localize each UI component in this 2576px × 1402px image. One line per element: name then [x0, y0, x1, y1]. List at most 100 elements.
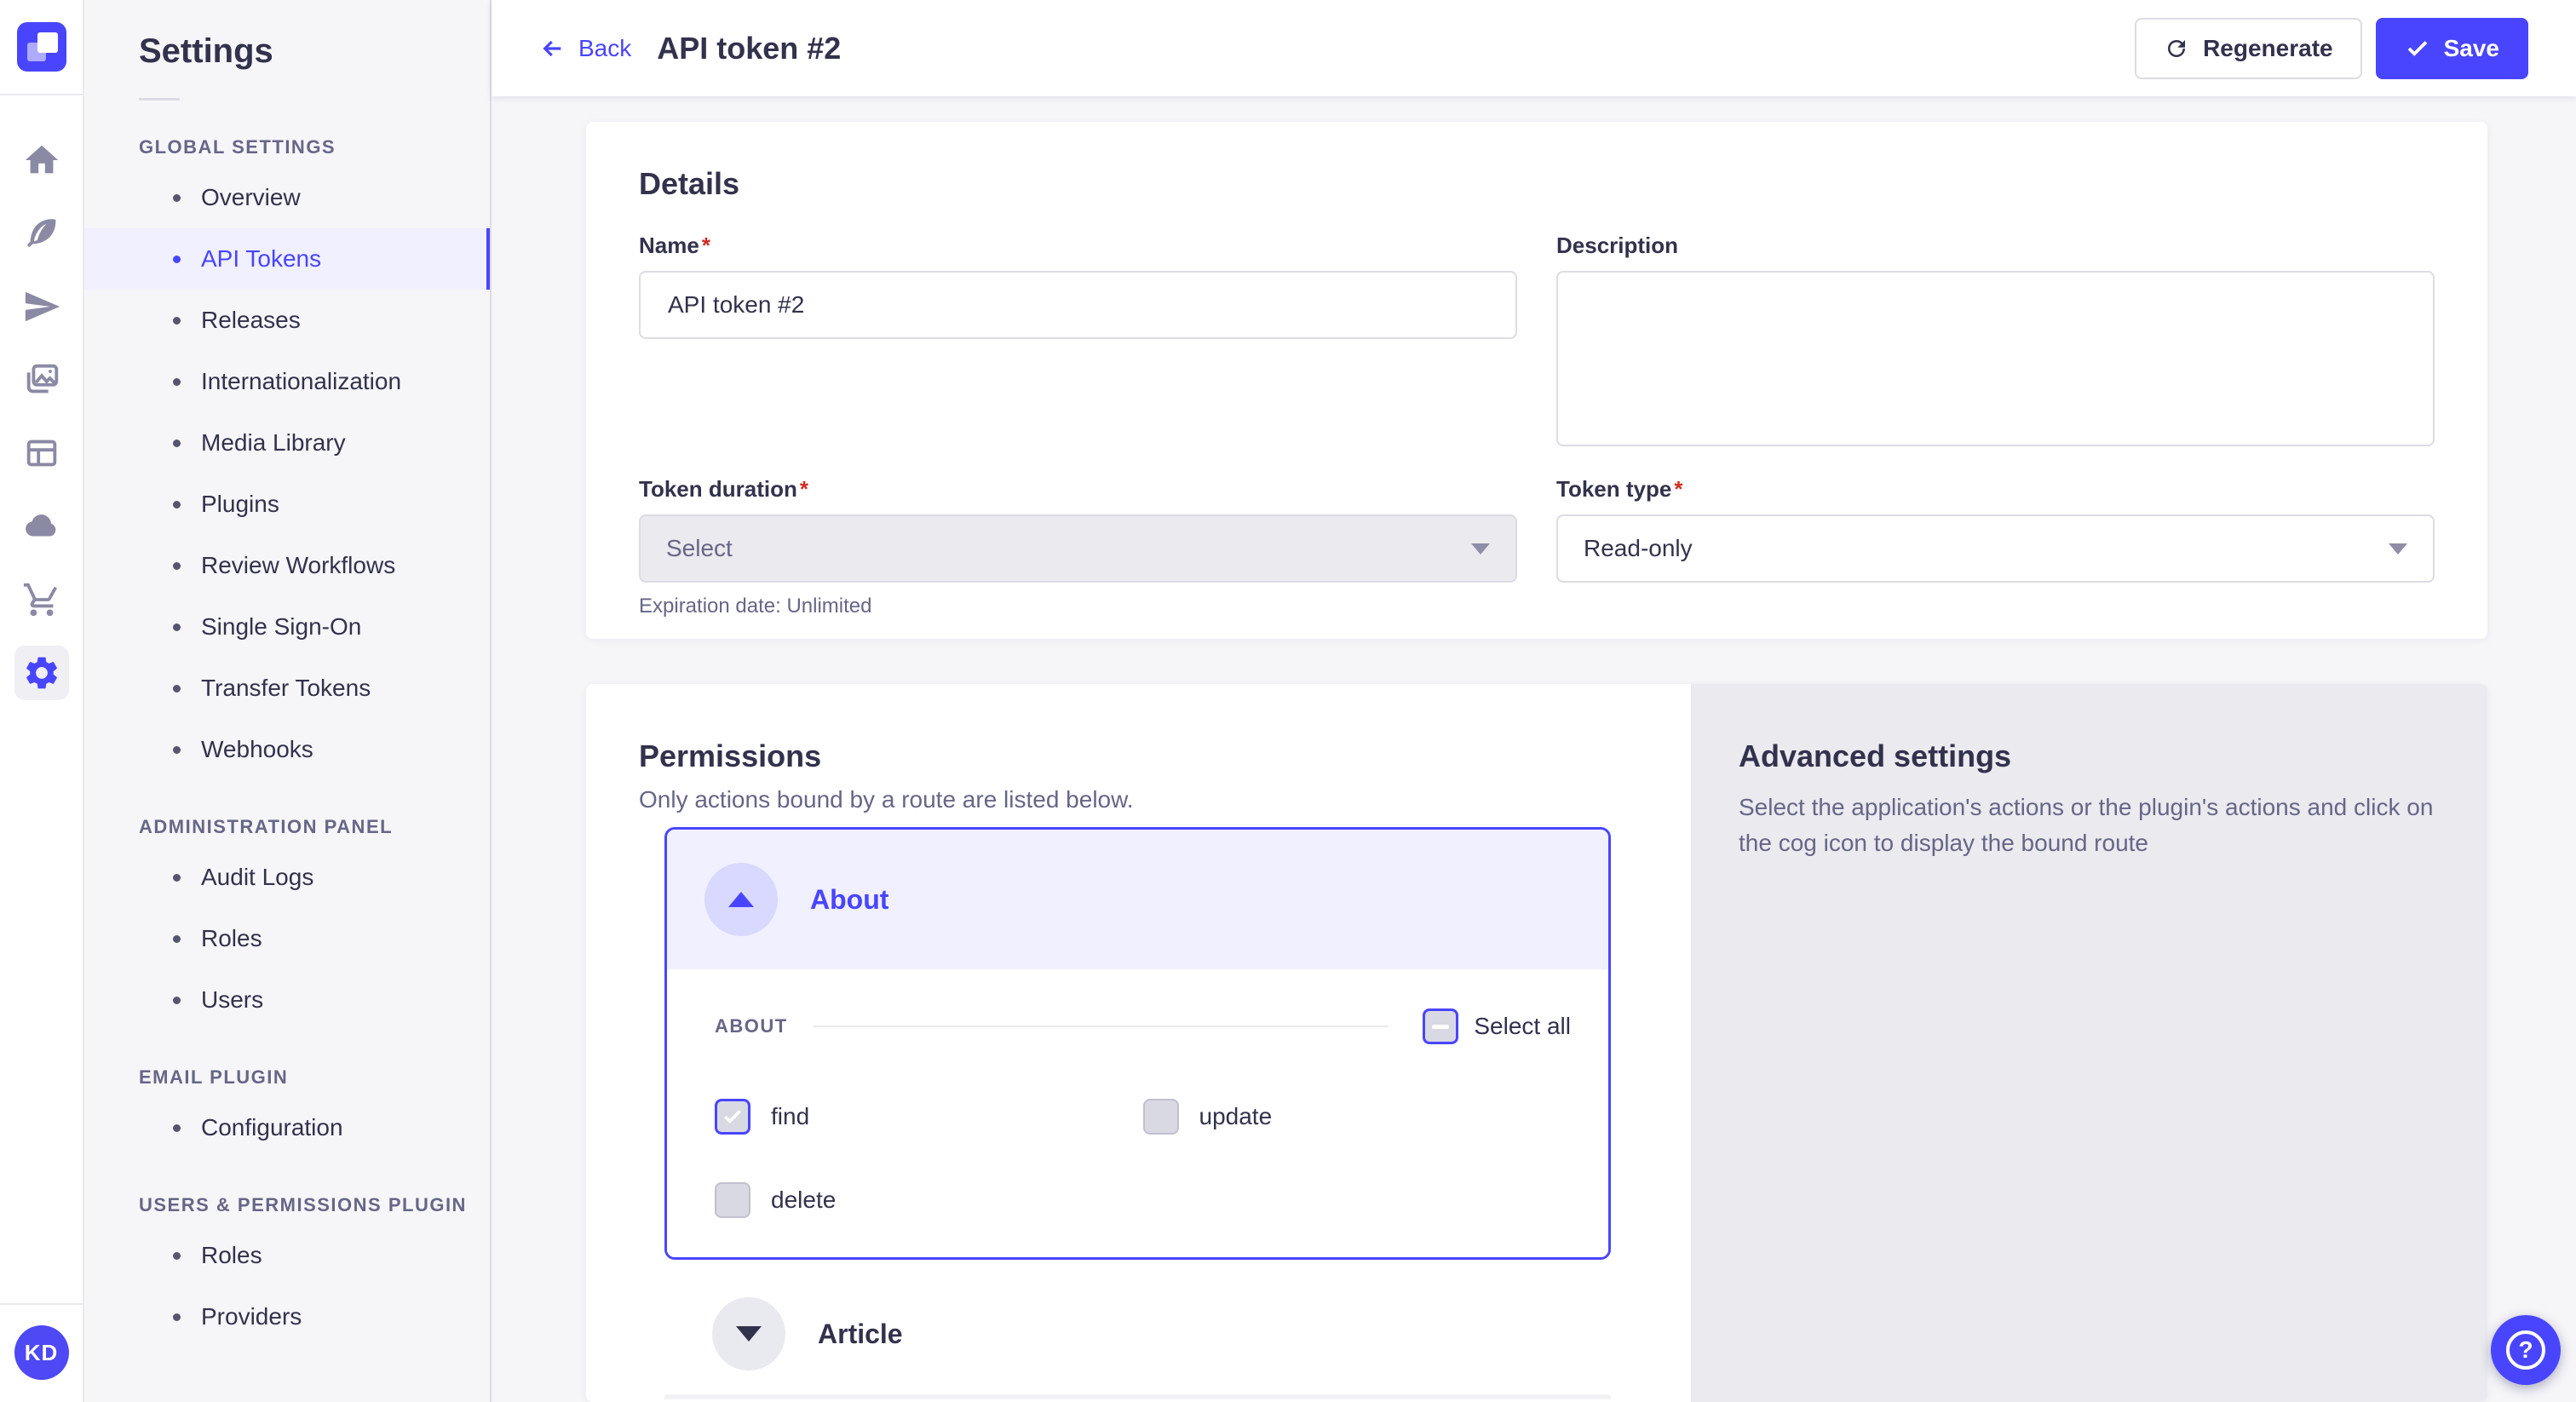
sidebar-item-internationalization[interactable]: Internationalization	[84, 351, 490, 412]
nav-section-label: USERS & PERMISSIONS PLUGIN	[139, 1194, 490, 1216]
sidebar-item-up-providers[interactable]: Providers	[84, 1286, 490, 1347]
content-manager-feather-icon[interactable]	[14, 206, 69, 261]
bullet-icon	[173, 997, 181, 1004]
sidebar-item-review-workflows[interactable]: Review Workflows	[84, 535, 490, 596]
media-library-icon[interactable]	[14, 353, 69, 407]
required-asterisk: *	[1674, 476, 1682, 502]
regenerate-button[interactable]: Regenerate	[2135, 18, 2362, 79]
name-field-group: Name*	[639, 233, 1517, 339]
sidebar-item-api-tokens[interactable]: API Tokens	[84, 228, 490, 290]
permissions-accordion-list: About ABOUT Select all	[664, 827, 1611, 1399]
sidebar-item-email-configuration[interactable]: Configuration	[84, 1097, 490, 1158]
nav-section-email-plugin: EMAIL PLUGIN Configuration	[84, 1066, 490, 1158]
indeterminate-dash-icon	[1432, 1025, 1449, 1029]
description-input[interactable]	[1556, 271, 2435, 446]
token-type-value: Read-only	[1584, 535, 1693, 562]
bullet-icon	[173, 501, 181, 509]
about-actions-grid: find update delete	[715, 1099, 1571, 1218]
permissions-subtitle: Only actions bound by a route are listed…	[639, 786, 1691, 813]
permissions-card: Permissions Only actions bound by a rout…	[586, 684, 2487, 1402]
action-update[interactable]: update	[1143, 1099, 1572, 1135]
bullet-icon	[173, 874, 181, 882]
accordion-article-header[interactable]: Article	[664, 1297, 1611, 1370]
release-send-icon[interactable]	[14, 279, 69, 334]
nav-section-administration-panel: ADMINISTRATION PANEL Audit Logs Roles Us…	[84, 816, 490, 1031]
advanced-settings-panel: Advanced settings Select the application…	[1691, 684, 2487, 1402]
user-avatar[interactable]: KD	[14, 1325, 69, 1380]
collapse-toggle[interactable]	[704, 863, 778, 936]
nav-section-global-settings: GLOBAL SETTINGS Overview API Tokens Rele…	[84, 136, 490, 780]
token-duration-field-group: Token duration* Select Expiration date: …	[639, 476, 1517, 618]
save-button[interactable]: Save	[2376, 18, 2528, 79]
bullet-icon	[173, 440, 181, 447]
nav-section-users-permissions-plugin: USERS & PERMISSIONS PLUGIN Roles Provide…	[84, 1194, 490, 1347]
section-rule	[814, 1026, 1389, 1027]
sidebar-item-admin-users[interactable]: Users	[84, 969, 490, 1031]
action-delete[interactable]: delete	[715, 1182, 1143, 1218]
help-button[interactable]: ?	[2491, 1315, 2561, 1385]
details-title: Details	[639, 166, 2435, 202]
select-all-control[interactable]: Select all	[1423, 1008, 1571, 1044]
sidebar-item-media-library[interactable]: Media Library	[84, 412, 490, 474]
nav-section-label: GLOBAL SETTINGS	[139, 136, 490, 158]
home-icon[interactable]	[14, 133, 69, 187]
page-header: Back API token #2 Regenerate Save	[492, 0, 2576, 96]
bullet-icon	[173, 1313, 181, 1321]
settings-sidebar: Settings GLOBAL SETTINGS Overview API To…	[84, 0, 492, 1402]
required-asterisk: *	[800, 476, 808, 502]
sidebar-item-overview[interactable]: Overview	[84, 167, 490, 228]
about-section-header: ABOUT Select all	[715, 1008, 1571, 1044]
permissions-panel: Permissions Only actions bound by a rout…	[586, 684, 1691, 1402]
bullet-icon	[173, 685, 181, 692]
token-duration-select[interactable]: Select	[639, 514, 1517, 583]
chevron-down-icon	[2389, 543, 2407, 554]
find-checkbox[interactable]	[715, 1099, 750, 1135]
expand-toggle[interactable]	[712, 1297, 785, 1370]
question-mark-icon: ?	[2506, 1330, 2545, 1370]
rail-bottom-divider	[0, 1303, 83, 1305]
rail-divider	[0, 94, 83, 95]
marketplace-cart-icon[interactable]	[14, 572, 69, 627]
sidebar-item-single-sign-on[interactable]: Single Sign-On	[84, 596, 490, 658]
settings-gear-icon[interactable]	[14, 646, 69, 700]
token-duration-value: Select	[666, 535, 733, 562]
required-asterisk: *	[702, 233, 710, 258]
sidebar-item-transfer-tokens[interactable]: Transfer Tokens	[84, 658, 490, 719]
bullet-icon	[173, 562, 181, 570]
deploy-cloud-icon[interactable]	[14, 499, 69, 554]
nav-section-label: ADMINISTRATION PANEL	[139, 816, 490, 838]
update-checkbox[interactable]	[1143, 1099, 1179, 1135]
accordion-about-label: About	[810, 884, 888, 916]
advanced-settings-title: Advanced settings	[1739, 738, 2440, 774]
check-icon	[2405, 36, 2430, 61]
sidebar-item-webhooks[interactable]: Webhooks	[84, 719, 490, 780]
name-input[interactable]	[639, 271, 1517, 339]
token-type-label: Token type*	[1556, 476, 2435, 503]
permissions-title: Permissions	[639, 738, 1691, 774]
content-type-builder-icon[interactable]	[14, 426, 69, 480]
accordion-article-label: Article	[818, 1319, 903, 1350]
arrow-left-icon	[539, 35, 566, 62]
bullet-icon	[173, 746, 181, 754]
bullet-icon	[173, 1124, 181, 1132]
delete-checkbox[interactable]	[715, 1182, 750, 1218]
accordion-list-divider	[664, 1394, 1611, 1399]
token-type-select[interactable]: Read-only	[1556, 514, 2435, 583]
sidebar-item-plugins[interactable]: Plugins	[84, 474, 490, 535]
back-button[interactable]: Back	[539, 35, 631, 62]
accordion-about-header[interactable]: About	[667, 830, 1608, 969]
accordion-about: About ABOUT Select all	[664, 827, 1611, 1260]
select-all-checkbox[interactable]	[1423, 1008, 1458, 1044]
strapi-logo[interactable]	[17, 22, 66, 72]
sidebar-item-audit-logs[interactable]: Audit Logs	[84, 847, 490, 908]
sidebar-item-releases[interactable]: Releases	[84, 290, 490, 351]
sidebar-item-admin-roles[interactable]: Roles	[84, 908, 490, 969]
expiration-helper-text: Expiration date: Unlimited	[639, 595, 1517, 618]
bullet-icon	[173, 256, 181, 263]
bullet-icon	[173, 623, 181, 631]
sidebar-item-up-roles[interactable]: Roles	[84, 1225, 490, 1286]
nav-section-label: EMAIL PLUGIN	[139, 1066, 490, 1089]
advanced-settings-description: Select the application's actions or the …	[1739, 790, 2440, 861]
main-content: Back API token #2 Regenerate Save Detail…	[492, 0, 2576, 1402]
action-find[interactable]: find	[715, 1099, 1143, 1135]
